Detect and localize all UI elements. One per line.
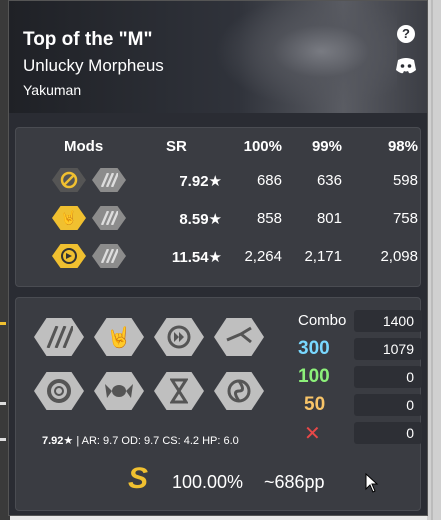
- background-marker: [0, 322, 6, 325]
- beatmap-background-art: [207, 1, 397, 113]
- sr-value: 11.54★: [171, 249, 222, 266]
- 50-input[interactable]: 0: [354, 394, 422, 416]
- mouse-cursor-icon: [365, 473, 379, 493]
- col-header-sr: SR: [166, 138, 187, 155]
- beatmap-header: Top of the "M" Unlucky Morpheus Yakuman …: [9, 1, 427, 113]
- candy-icon: [105, 384, 133, 398]
- beatmap-artist: Unlucky Morpheus: [23, 56, 164, 75]
- stats-details: | AR: 9.7 OD: 9.7 CS: 4.2 HP: 6.0: [76, 435, 239, 447]
- 50-label: 50: [304, 394, 326, 415]
- miss-field: ✕ 0: [298, 422, 422, 445]
- pp-98: 758: [392, 210, 418, 227]
- 100-input[interactable]: 0: [354, 366, 422, 388]
- pp-100: 686: [256, 172, 282, 189]
- hourglass-icon: [170, 378, 188, 404]
- pp-100: 858: [256, 210, 282, 227]
- doubletime-icon: 🤘: [52, 206, 86, 230]
- rock-hand-icon: 🤘: [106, 326, 132, 349]
- pp-99: 636: [316, 172, 342, 189]
- combo-label: Combo: [298, 312, 347, 329]
- pp-99: 801: [316, 210, 342, 227]
- nofail-icon: [52, 168, 86, 192]
- pp-value: ~686pp: [264, 472, 325, 492]
- combo-input[interactable]: 1400: [354, 310, 422, 332]
- stripes-icon: [46, 326, 73, 348]
- sr-value: 8.59★: [179, 211, 222, 228]
- beatmap-title: Top of the "M": [23, 29, 153, 50]
- pp-98: 2,098: [380, 248, 418, 265]
- background-scrollbar: [427, 0, 441, 520]
- spiral-icon: [227, 379, 251, 403]
- fastforward-mod-button[interactable]: [154, 318, 204, 356]
- background-marker: [0, 438, 6, 441]
- 100-field: 100 0: [298, 366, 422, 388]
- table-row: 11.54★ 2,264 2,171 2,098: [26, 238, 418, 276]
- flashlight-icon: [226, 326, 252, 344]
- spunout-mod-button[interactable]: [214, 372, 264, 410]
- col-header-mods: Mods: [64, 138, 104, 155]
- 300-field: 300 1079: [298, 338, 422, 360]
- miss-icon: ✕: [304, 423, 321, 445]
- beatmap-mapper: Yakuman: [23, 82, 82, 98]
- hardrock-icon: [92, 206, 126, 230]
- accuracy-value: 100.00%: [172, 472, 244, 492]
- help-icon[interactable]: ?: [397, 25, 415, 43]
- stats-sr: 7.92★: [42, 435, 74, 447]
- flashlight-icon: [52, 244, 86, 268]
- nofail-mod-button[interactable]: [34, 372, 84, 410]
- pp-98: 598: [392, 172, 418, 189]
- col-header-99: 99%: [311, 138, 342, 155]
- pp-table-panel: Mods SR 100% 99% 98% 7.92★ 686 636 598 �: [15, 127, 421, 287]
- easy-mod-button[interactable]: [94, 372, 144, 410]
- 300-label: 300: [298, 338, 330, 359]
- 300-input[interactable]: 1079: [354, 338, 422, 360]
- flashlight-mod-button[interactable]: [214, 318, 264, 356]
- col-header-100: 100%: [243, 138, 282, 155]
- pp-99: 2,171: [304, 248, 342, 265]
- 100-label: 100: [298, 366, 330, 387]
- table-row: 🤘 8.59★ 858 801 758: [26, 200, 418, 238]
- halftime-mod-button[interactable]: [154, 372, 204, 410]
- pp-100: 2,264: [244, 248, 282, 265]
- sr-value: 7.92★: [179, 173, 222, 190]
- hardrock-icon: [92, 244, 126, 268]
- fast-forward-icon: [167, 325, 191, 349]
- col-header-98: 98%: [387, 138, 418, 155]
- pp-table-header: Mods SR 100% 99% 98%: [26, 138, 418, 162]
- rank-s-icon: S: [128, 462, 149, 495]
- table-row: 7.92★ 686 636 598: [26, 162, 418, 200]
- pp-table: Mods SR 100% 99% 98% 7.92★ 686 636 598 �: [26, 138, 418, 276]
- hardrock-mod-button[interactable]: [34, 318, 84, 356]
- background-marker: [0, 402, 6, 405]
- combo-field: Combo 1400: [298, 310, 422, 332]
- discord-icon[interactable]: [395, 57, 417, 75]
- 50-field: 50 0: [298, 394, 422, 416]
- pp-calculator-overlay: Top of the "M" Unlucky Morpheus Yakuman …: [8, 0, 428, 516]
- map-stats: 7.92★ | AR: 9.7 OD: 9.7 CS: 4.2 HP: 6.0: [42, 434, 239, 447]
- hardrock-icon: [92, 168, 126, 192]
- calculator-panel: 🤘 7.92★ | AR: 9.7 OD: 9.7 CS: 4.2 HP: 6.…: [15, 297, 422, 511]
- doubletime-mod-button[interactable]: 🤘: [94, 318, 144, 356]
- miss-input[interactable]: 0: [354, 422, 422, 444]
- lifebuoy-icon: [47, 379, 71, 403]
